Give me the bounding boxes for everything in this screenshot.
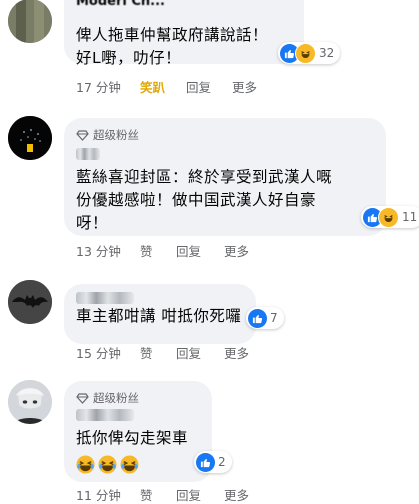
haha-icon — [295, 42, 316, 64]
top-fan-badge: 超级粉丝 — [76, 390, 139, 406]
reply-button[interactable]: 回复 — [176, 241, 224, 260]
reaction-count: 11 — [402, 210, 418, 224]
reaction-count: 7 — [270, 311, 278, 325]
comment-time[interactable]: 13 分钟 — [76, 241, 140, 260]
comment-time[interactable]: 17 分钟 — [76, 77, 140, 96]
comment-actions: 11 分钟 赞 回复 更多 — [76, 485, 249, 504]
more-button[interactable]: 更多 — [224, 343, 249, 362]
blurred-author-name — [76, 409, 134, 421]
reaction-count: 32 — [319, 46, 335, 60]
laughing-emoji — [120, 455, 139, 474]
reaction-summary[interactable]: 11 — [361, 206, 419, 228]
top-fan-label: 超级粉丝 — [93, 128, 139, 142]
comment-time[interactable]: 11 分钟 — [76, 485, 140, 504]
avatar-image — [8, 380, 52, 424]
laughing-emoji — [98, 455, 117, 474]
diamond-icon — [76, 129, 89, 141]
more-button[interactable]: 更多 — [224, 241, 249, 260]
reply-button[interactable]: 回复 — [176, 485, 224, 504]
avatar[interactable] — [8, 116, 52, 160]
like-icon — [196, 452, 215, 472]
comment-time[interactable]: 15 分钟 — [76, 343, 140, 362]
reaction-count: 2 — [218, 455, 226, 469]
reaction-button[interactable]: 笑趴 — [140, 77, 186, 96]
avatar[interactable] — [8, 280, 52, 324]
comment-4: 超级粉丝 抵你俾勾走架車 2 11 分钟 赞 回复 更多 — [0, 375, 419, 503]
comment-text: 俾人拖車仲幫政府講說話！ 好L嘢，叻仔！ — [76, 26, 269, 67]
blurred-author-name — [76, 292, 134, 304]
laughing-emoji — [76, 455, 95, 474]
reaction-summary[interactable]: 7 — [246, 307, 284, 329]
comment-2: 超级粉丝 藍絲喜迎封區：終於享受到武漢人嘅 份優越感啦！做中国武漢人好自豪 呀！… — [0, 110, 419, 260]
reply-button[interactable]: 回复 — [176, 343, 224, 362]
avatar-image — [8, 280, 52, 324]
haha-icon — [378, 206, 399, 228]
diamond-icon — [76, 392, 89, 404]
like-button[interactable]: 赞 — [140, 485, 176, 504]
comment-author[interactable]: Moderi Ch... — [76, 0, 165, 9]
comment-text: 車主都咁講 咁抵你死囉 — [76, 307, 242, 325]
comment-actions: 13 分钟 赞 回复 更多 — [76, 241, 249, 260]
blurred-author-name — [76, 148, 100, 160]
top-fan-label: 超级粉丝 — [93, 391, 139, 405]
more-button[interactable]: 更多 — [232, 77, 257, 96]
more-button[interactable]: 更多 — [224, 485, 249, 504]
like-button[interactable]: 赞 — [140, 241, 176, 260]
reaction-summary[interactable]: 32 — [278, 42, 341, 64]
avatar[interactable] — [8, 380, 52, 424]
emoji-row — [76, 455, 139, 474]
reaction-summary[interactable]: 2 — [194, 451, 232, 473]
like-icon — [248, 308, 267, 328]
like-button[interactable]: 赞 — [140, 343, 176, 362]
comment-actions: 17 分钟 笑趴 回复 更多 — [76, 77, 257, 96]
comment-text: 抵你俾勾走架車 — [76, 429, 189, 447]
comment-actions: 15 分钟 赞 回复 更多 — [76, 343, 249, 362]
top-fan-badge: 超级粉丝 — [76, 127, 139, 143]
comment-1: Moderi Ch... 俾人拖車仲幫政府講說話！ 好L嘢，叻仔！ 32 17 … — [0, 0, 419, 100]
comment-3: 車主都咁講 咁抵你死囉 7 15 分钟 赞 回复 更多 — [0, 272, 419, 367]
reply-button[interactable]: 回复 — [186, 77, 232, 96]
avatar-image — [8, 116, 52, 160]
comment-text: 藍絲喜迎封區：終於享受到武漢人嘅 份優越感啦！做中国武漢人好自豪 呀！ — [76, 168, 333, 232]
